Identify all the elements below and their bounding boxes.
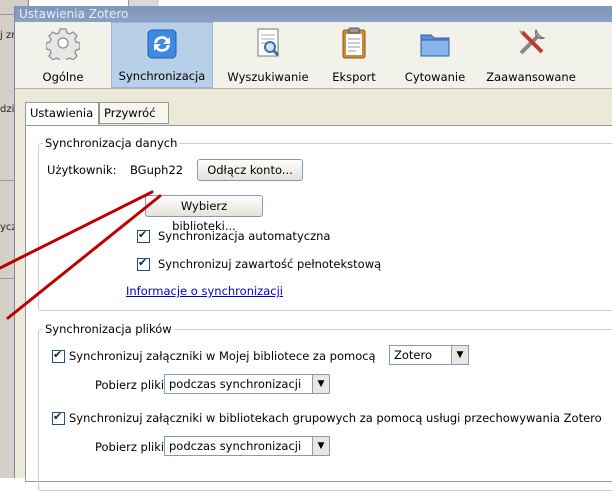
toolbar-item-general[interactable]: Ogólne	[27, 22, 99, 88]
chevron-down-icon: ▼	[312, 375, 329, 393]
file-sync-group: Synchronizacja plików Synchronizuj załąc…	[38, 322, 612, 491]
preferences-window: Ustawienia Zotero Ogólne Synchronizacja	[14, 6, 612, 491]
toolbar-item-label: Cytowanie	[404, 70, 466, 84]
tab-settings[interactable]: Ustawienia	[25, 102, 99, 126]
my-library-sync-label: Synchronizuj załączniki w Mojej bibliote…	[69, 349, 376, 363]
sync-icon	[147, 29, 177, 59]
sync-service-value: Zotero	[394, 348, 433, 362]
toolbar-item-label: Synchronizacja	[118, 69, 206, 83]
group-library-sync-label: Synchronizuj załączniki w bibliotekach g…	[69, 411, 602, 425]
unlink-account-button[interactable]: Odłącz konto...	[197, 159, 303, 181]
search-document-icon	[257, 28, 280, 57]
clipboard-icon	[342, 27, 366, 59]
user-label: Użytkownik:	[47, 163, 117, 177]
data-sync-group: Synchronizacja danych Użytkownik: BGuph2…	[38, 136, 612, 311]
toolbar-item-label: Eksport	[332, 70, 376, 84]
group-download-files-value: podczas synchronizacji	[169, 439, 302, 453]
auto-sync-label: Synchronizacja automatyczna	[158, 229, 331, 243]
window-title: Ustawienia Zotero	[15, 6, 612, 22]
preferences-toolbar: Ogólne Synchronizacja Wyszukiwanie Ekspo…	[15, 22, 612, 89]
toolbar-item-sync[interactable]: Synchronizacja	[111, 22, 213, 88]
chevron-down-icon: ▼	[451, 346, 468, 364]
toolbar-item-label: Zaawansowane	[486, 70, 576, 84]
username-value: BGuph22	[130, 163, 184, 177]
download-files-label: Pobierz pliki	[95, 378, 165, 392]
data-sync-legend: Synchronizacja danych	[43, 136, 180, 150]
auto-sync-checkbox[interactable]	[137, 228, 150, 243]
folder-icon	[420, 34, 450, 57]
sync-service-select[interactable]: Zotero ▼	[389, 345, 469, 365]
chevron-down-icon: ▼	[312, 437, 329, 455]
toolbar-item-cite[interactable]: Cytowanie	[397, 22, 473, 88]
download-files-value: podczas synchronizacji	[169, 377, 302, 391]
download-files-label: Pobierz pliki	[95, 440, 165, 454]
download-files-select[interactable]: podczas synchronizacji ▼	[164, 374, 330, 394]
toolbar-item-search[interactable]: Wyszukiwanie	[223, 22, 313, 88]
group-download-files-select[interactable]: podczas synchronizacji ▼	[164, 436, 330, 456]
file-sync-legend: Synchronizacja plików	[43, 322, 174, 336]
toolbar-item-label: Wyszukiwanie	[227, 70, 309, 84]
fulltext-sync-label: Synchronizuj zawartość pełnotekstową	[158, 257, 382, 271]
settings-panel: Synchronizacja danych Użytkownik: BGuph2…	[25, 125, 612, 491]
gear-icon	[46, 28, 80, 60]
toolbar-item-advanced[interactable]: Zaawansowane	[483, 22, 579, 88]
fulltext-sync-checkbox[interactable]	[137, 256, 150, 271]
tab-restore[interactable]: Przywróć	[99, 102, 169, 124]
toolbar-item-export[interactable]: Eksport	[321, 22, 387, 88]
my-library-sync-checkbox[interactable]	[52, 348, 65, 363]
group-library-sync-checkbox[interactable]	[52, 410, 65, 425]
preferences-content: Ustawienia Przywróć Synchronizacja danyc…	[15, 90, 612, 491]
sync-info-link[interactable]: Informacje o synchronizacji	[126, 284, 283, 298]
tools-icon	[519, 28, 546, 55]
toolbar-item-label: Ogólne	[42, 70, 84, 84]
choose-libraries-button[interactable]: Wybierz biblioteki...	[145, 195, 263, 233]
